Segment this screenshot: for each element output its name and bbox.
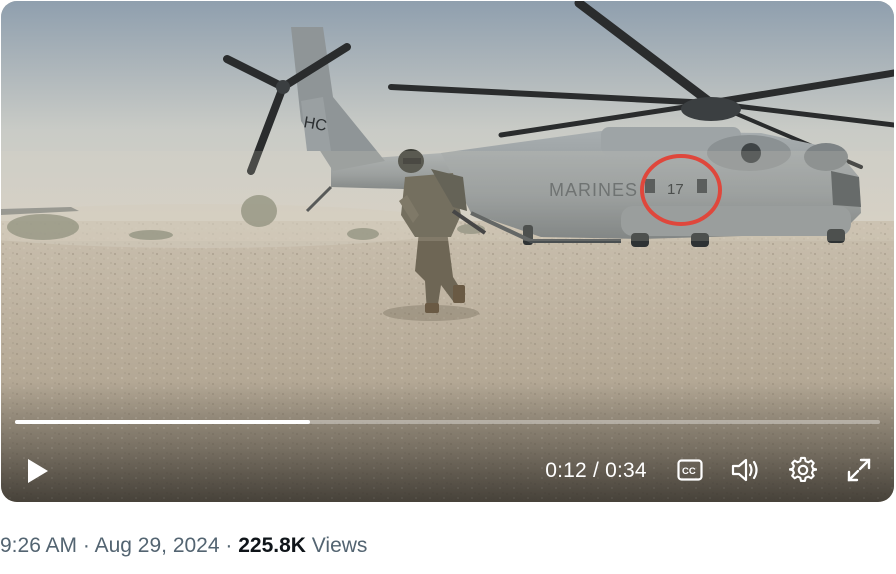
settings-button[interactable] bbox=[785, 452, 821, 488]
post-time[interactable]: 9:26 AM bbox=[0, 534, 77, 557]
post-date[interactable]: Aug 29, 2024 bbox=[95, 534, 220, 557]
progress-fill bbox=[15, 420, 311, 424]
svg-text:CC: CC bbox=[682, 466, 696, 477]
play-button[interactable] bbox=[19, 453, 55, 489]
gear-icon bbox=[789, 456, 817, 483]
closed-captions-button[interactable]: CC bbox=[673, 453, 707, 487]
views-label: Views bbox=[311, 534, 368, 557]
video-player[interactable]: HC MARINES 17 0:12 / 0:34 CC bbox=[1, 1, 894, 502]
time-readout: 0:12 / 0:34 bbox=[521, 456, 671, 486]
meta-separator: · bbox=[225, 534, 233, 557]
meta-separator: · bbox=[82, 534, 90, 557]
fullscreen-button[interactable] bbox=[841, 452, 877, 488]
fullscreen-icon bbox=[847, 458, 871, 482]
views-count: 225.8K bbox=[238, 534, 306, 557]
time-separator: / bbox=[592, 459, 600, 482]
tweet-metadata: 9:26 AM · Aug 29, 2024 · 225.8K Views bbox=[0, 531, 367, 561]
closed-captions-icon: CC bbox=[677, 459, 703, 481]
volume-button[interactable] bbox=[728, 453, 764, 487]
volume-icon bbox=[731, 458, 758, 482]
time-total: 0:34 bbox=[605, 459, 647, 482]
time-current: 0:12 bbox=[545, 459, 587, 482]
progress-bar[interactable] bbox=[15, 420, 880, 424]
play-icon bbox=[28, 459, 48, 483]
video-frame[interactable]: HC MARINES 17 bbox=[1, 1, 894, 502]
